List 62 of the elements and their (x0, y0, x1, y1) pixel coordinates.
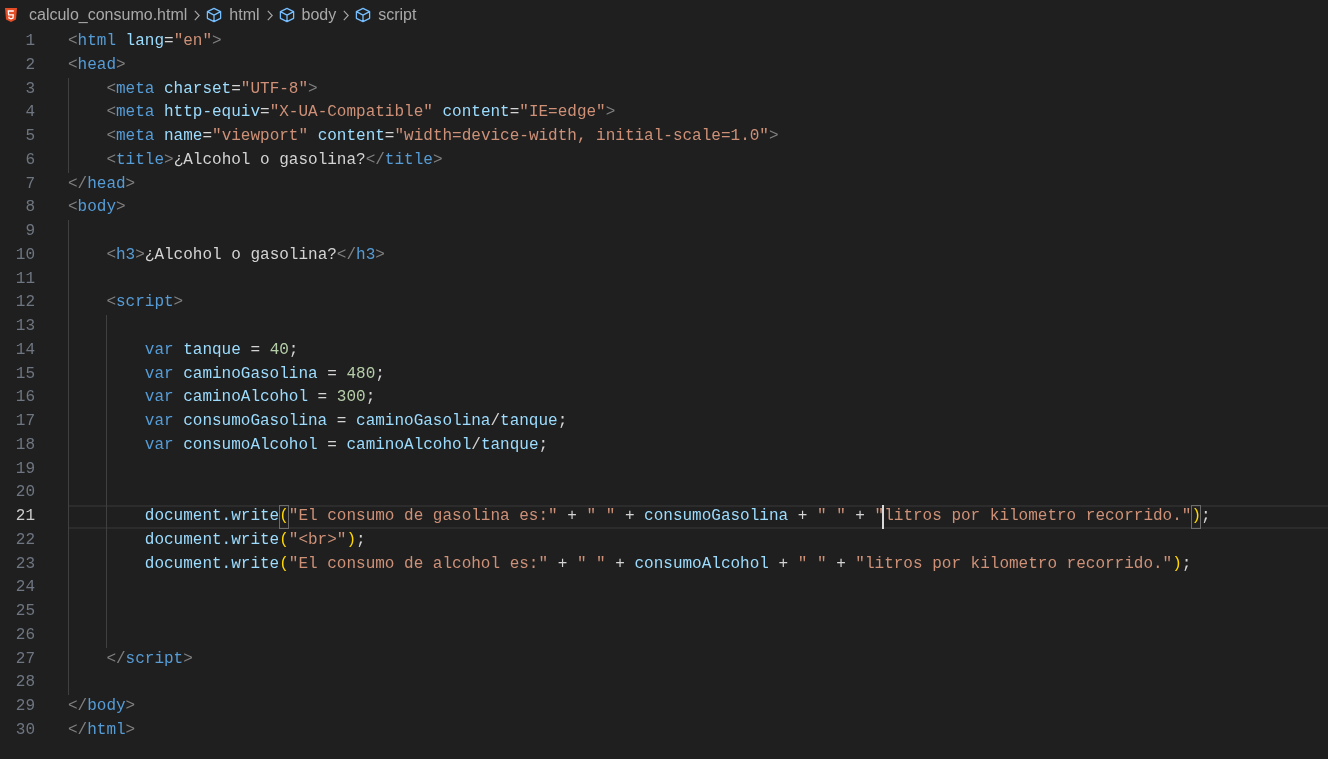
line-number: 28 (14, 672, 35, 694)
code-line: <meta charset="UTF-8"> (106, 78, 318, 100)
chevron-icon (194, 9, 201, 21)
code-line: document.write("<br>"); (144, 529, 366, 551)
code-line: <body> (68, 197, 126, 219)
line-number: 6 (24, 149, 35, 171)
code-line: document.write("El consumo de gasolina es:" + " " + consumoGasolina + " " + "litros por kilometro recorrido."); (144, 505, 1211, 529)
line-number: 24 (14, 577, 35, 599)
code-line: </body> (68, 696, 136, 717)
cube-icon (206, 7, 223, 23)
breadcrumb-item[interactable]: script (355, 6, 417, 24)
code-line: <meta http-equiv="X-UA-Compatible" content="IE=edge"> (106, 102, 616, 124)
line-number: 13 (14, 316, 35, 337)
breadcrumb-item[interactable]: body (278, 6, 337, 24)
line-number: 25 (14, 601, 35, 622)
code-line: <meta name="viewport" content="width=device-width, initial-scale=1.0"> (106, 126, 779, 147)
code-line: </head> (68, 173, 136, 195)
line-number: 22 (14, 529, 35, 551)
line-number: 15 (14, 363, 35, 385)
line-number: 1 (24, 31, 35, 52)
line-number: 2 (24, 54, 35, 76)
line-number: 8 (24, 197, 35, 219)
breadcrumb-item[interactable]: calculo_consumo.html (5, 6, 188, 24)
line-number: 12 (14, 292, 35, 314)
code-line: <script> (106, 292, 184, 314)
code-line: <title>¿Alcohol o gasolina?</title> (106, 149, 443, 171)
code-line: var tanque = 40; (144, 339, 299, 361)
line-number: 29 (14, 696, 35, 717)
line-number: 5 (24, 126, 35, 147)
code-line: var caminoAlcohol = 300; (144, 387, 376, 409)
shield-icon (5, 8, 17, 22)
code-line: var consumoGasolina = caminoGasolina/tanque; (144, 411, 568, 432)
line-number: 7 (24, 173, 35, 195)
cube-icon (278, 7, 295, 23)
line-number: 17 (14, 411, 35, 432)
chevron-icon (343, 9, 350, 21)
line-number: 11 (14, 268, 35, 290)
line-number: 20 (14, 482, 35, 504)
code-line: </script> (106, 648, 193, 670)
line-number: 9 (24, 221, 35, 242)
code-line: var caminoGasolina = 480; (144, 363, 385, 385)
line-number: 23 (14, 553, 35, 575)
line-number: 10 (14, 244, 35, 266)
cube-icon (355, 7, 372, 23)
code-line: </html> (68, 719, 136, 741)
line-number: 16 (14, 387, 35, 409)
line-number: 14 (14, 339, 35, 361)
line-number: 3 (24, 78, 35, 100)
line-number: 4 (24, 102, 35, 124)
code-line: <html lang="en"> (68, 31, 222, 52)
line-number: 21 (14, 506, 35, 527)
code-line: <head> (68, 54, 126, 76)
code-line: var consumoAlcohol = caminoAlcohol/tanque; (144, 434, 549, 456)
code-line: document.write("El consumo de alcohol es:" + " " + consumoAlcohol + " " + "litros por kilometro recorrido."); (144, 553, 1192, 575)
line-number: 26 (14, 624, 35, 646)
line-number: 18 (14, 434, 35, 456)
line-number: 19 (14, 458, 35, 480)
code-line: <h3>¿Alcohol o gasolina?</h3> (106, 244, 385, 266)
breadcrumb-item[interactable]: html (206, 6, 260, 24)
line-number: 27 (14, 648, 35, 670)
line-number: 30 (14, 719, 35, 741)
chevron-icon (266, 9, 273, 21)
